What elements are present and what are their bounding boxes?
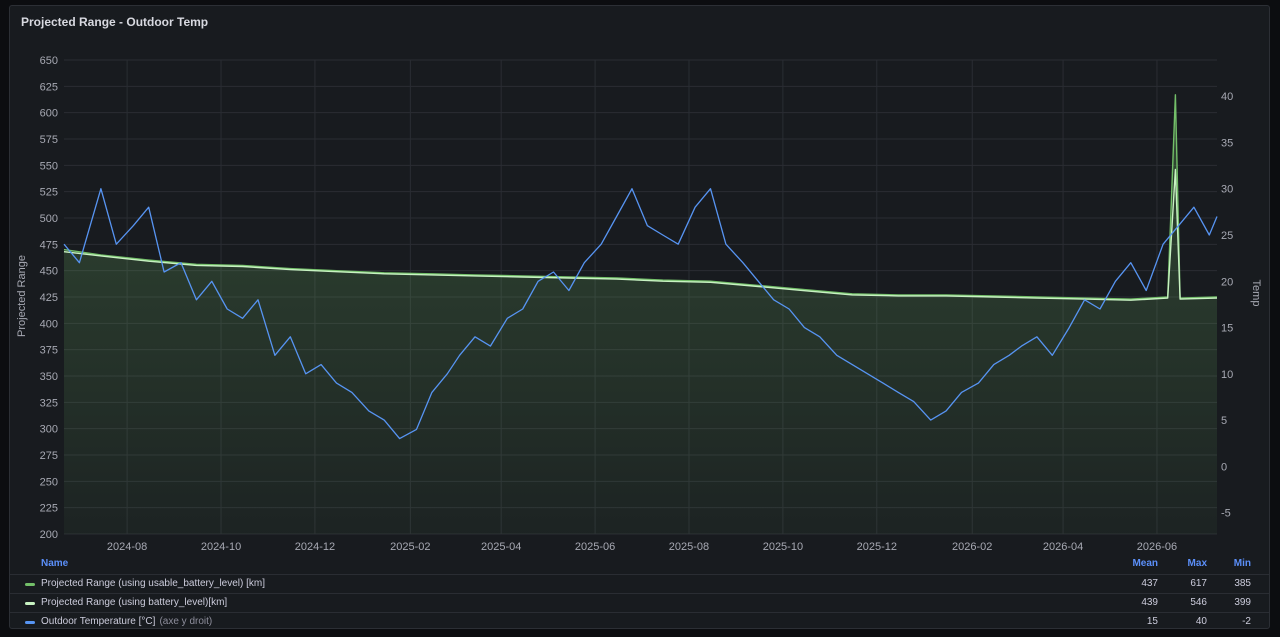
legend-max: 40 <box>1195 616 1207 627</box>
y-right-tick-label: 20 <box>1221 276 1233 288</box>
x-tick-label: 2025-08 <box>669 541 709 553</box>
y-right-tick-label: 40 <box>1221 91 1233 103</box>
y-right-tick-label: -5 <box>1221 508 1231 520</box>
legend-mean: 15 <box>1146 616 1158 627</box>
x-tick-label: 2026-04 <box>1043 541 1083 553</box>
legend-series-name[interactable]: Outdoor Temperature [°C] (axe y droit) <box>41 616 212 627</box>
y-right-tick-label: 25 <box>1221 230 1233 242</box>
x-tick-label: 2025-02 <box>390 541 430 553</box>
legend-swatch-battery <box>25 602 35 605</box>
y-left-axis-title: Projected Range <box>16 255 28 337</box>
legend-max: 546 <box>1190 597 1207 608</box>
legend-swatch-temperature <box>25 621 35 624</box>
legend-series-name[interactable]: Projected Range (using usable_battery_le… <box>41 578 265 589</box>
y-left-tick-label: 300 <box>40 424 58 436</box>
y-left-tick-label: 425 <box>40 292 58 304</box>
legend-series-suffix: (axe y droit) <box>159 616 213 627</box>
chart-panel: Projected Range - Outdoor Temp 200 225 250… <box>9 5 1270 629</box>
x-tick-label: 2024-10 <box>201 541 241 553</box>
x-tick-label: 2026-02 <box>952 541 992 553</box>
y-left-tick-label: 250 <box>40 476 58 488</box>
legend-header-max[interactable]: Max <box>1188 558 1207 569</box>
y-left-tick-label: 650 <box>40 55 58 67</box>
x-tick-label: 2025-04 <box>481 541 521 553</box>
x-tick-labels: 2024-08 2024-10 2024-12 2025-02 2025-04 2025-… <box>107 541 1177 553</box>
y-left-tick-label: 400 <box>40 318 58 330</box>
y-left-tick-label: 475 <box>40 239 58 251</box>
y-left-tick-labels: 200 225 250 275 300 325 350 375 400 425 450 475 500 5… <box>40 55 58 541</box>
legend-min: 399 <box>1234 597 1251 608</box>
x-tick-label: 2026-06 <box>1137 541 1177 553</box>
x-tick-label: 2025-06 <box>575 541 615 553</box>
legend-row-temperature[interactable]: Outdoor Temperature [°C] (axe y droit) 15… <box>10 612 1269 631</box>
legend-swatch-usable <box>25 583 35 586</box>
y-left-tick-label: 575 <box>40 134 58 146</box>
time-series-chart[interactable]: 2002252502753003253503754004254504755005… <box>10 6 1269 554</box>
x-tick-label: 2024-12 <box>295 541 335 553</box>
y-left-tick-label: 200 <box>40 529 58 541</box>
y-right-tick-label: 5 <box>1221 415 1227 427</box>
legend-min: 385 <box>1234 578 1251 589</box>
y-left-tick-label: 350 <box>40 371 58 383</box>
y-left-tick-label: 225 <box>40 503 58 515</box>
y-left-tick-label: 550 <box>40 160 58 172</box>
x-tick-label: 2024-08 <box>107 541 147 553</box>
legend-series-name[interactable]: Projected Range (using battery_level)[km… <box>41 597 227 608</box>
y-left-tick-label: 525 <box>40 187 58 199</box>
legend-mean: 437 <box>1141 578 1158 589</box>
y-left-tick-label: 450 <box>40 266 58 278</box>
legend-table: Name Mean Max Min Projected Range (using… <box>10 555 1269 627</box>
y-left-tick-label: 375 <box>40 345 58 357</box>
y-right-tick-label: 30 <box>1221 184 1233 196</box>
legend-header-min[interactable]: Min <box>1234 558 1251 569</box>
y-right-tick-label: 15 <box>1221 323 1233 335</box>
x-tick-label: 2025-10 <box>763 541 803 553</box>
legend-min: -2 <box>1242 616 1251 627</box>
y-left-tick-label: 500 <box>40 213 58 225</box>
legend-header: Name Mean Max Min <box>10 555 1269 573</box>
x-tick-label: 2025-12 <box>857 541 897 553</box>
legend-row-battery[interactable]: Projected Range (using battery_level)[km… <box>10 593 1269 612</box>
y-right-tick-label: 0 <box>1221 461 1227 473</box>
y-left-tick-label: 275 <box>40 450 58 462</box>
legend-header-name[interactable]: Name <box>41 558 68 569</box>
y-right-tick-label: 10 <box>1221 369 1233 381</box>
y-right-axis-title: Temp <box>1250 280 1262 307</box>
legend-series-name-text: Outdoor Temperature [°C] <box>41 616 156 627</box>
legend-max: 617 <box>1190 578 1207 589</box>
legend-row-usable[interactable]: Projected Range (using usable_battery_le… <box>10 574 1269 593</box>
y-left-tick-label: 600 <box>40 108 58 120</box>
y-left-tick-label: 625 <box>40 81 58 93</box>
y-right-tick-labels: -5 0 5 10 15 20 25 30 35 40 <box>1221 91 1233 520</box>
y-right-tick-label: 35 <box>1221 137 1233 149</box>
legend-mean: 439 <box>1141 597 1158 608</box>
y-left-tick-label: 325 <box>40 397 58 409</box>
legend-header-mean[interactable]: Mean <box>1132 558 1158 569</box>
